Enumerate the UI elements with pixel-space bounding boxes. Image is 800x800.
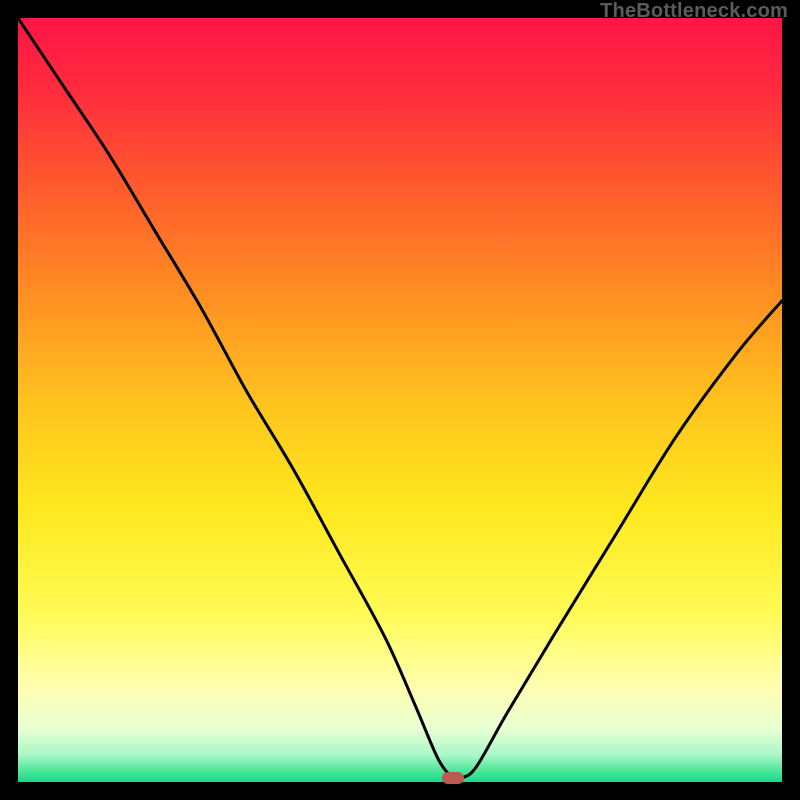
bottleneck-curve (18, 18, 782, 782)
plot-area (18, 18, 782, 782)
optimal-point-marker (442, 772, 464, 784)
chart-frame: TheBottleneck.com (0, 0, 800, 800)
